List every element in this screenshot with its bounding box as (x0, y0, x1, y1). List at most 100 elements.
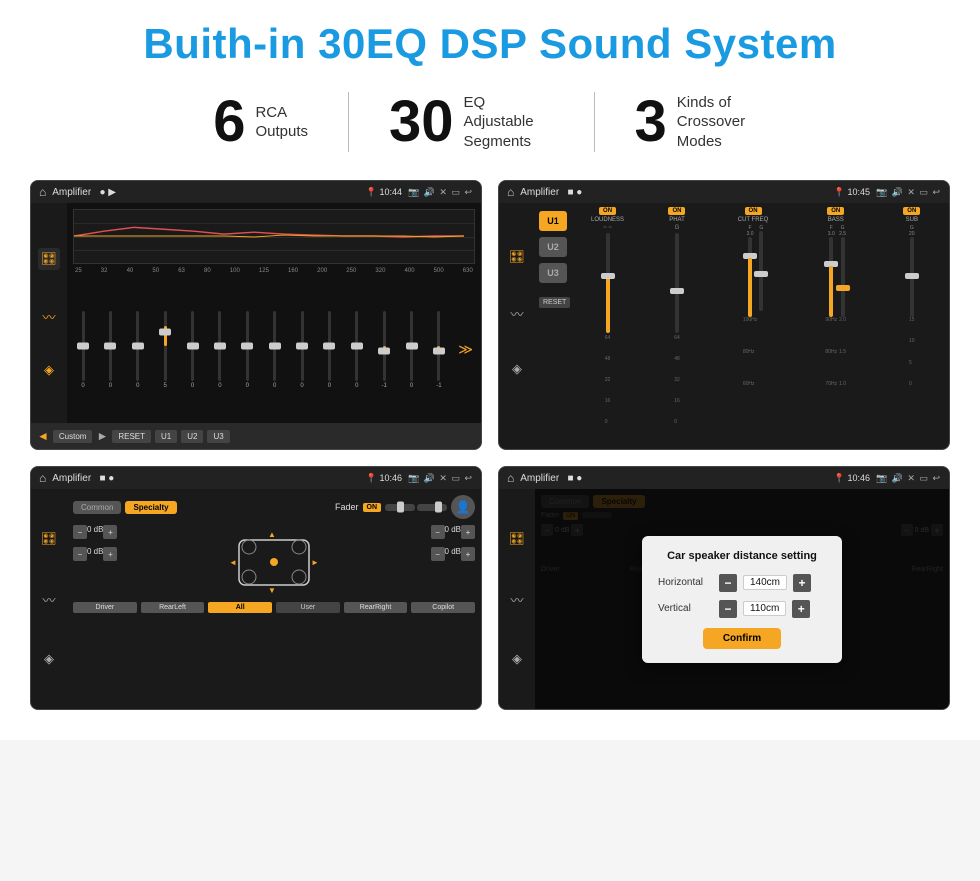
cutfreq-g-thumb[interactable] (754, 271, 768, 277)
dialog-sidebar-icon-2[interactable]: 〰 (510, 590, 523, 609)
eq-slider-thumb-0[interactable] (77, 342, 89, 349)
dialog-sidebar-icon-1[interactable]: 🎛 (509, 531, 526, 547)
fader-driver-btn[interactable]: Driver (73, 602, 137, 613)
fader-on-btn[interactable]: ON (363, 503, 382, 512)
fader-db-plus-2[interactable]: + (103, 547, 117, 561)
eq-slider-thumb-10[interactable] (351, 342, 363, 349)
eq-sidebar-icon-2[interactable]: 〰 (42, 307, 55, 326)
cross-u3-btn[interactable]: U3 (539, 263, 567, 283)
eq-slider-thumb-11[interactable] (378, 348, 390, 355)
eq-slider-track-2[interactable] (136, 311, 139, 381)
eq-slider-thumb-8[interactable] (296, 342, 308, 349)
fader-rearleft-btn[interactable]: RearLeft (141, 602, 205, 613)
cutfreq-f-track[interactable] (748, 237, 752, 317)
eq-slider-track-9[interactable] (328, 311, 331, 381)
eq-slider-thumb-5[interactable] (214, 342, 226, 349)
fader-specialty-tab[interactable]: Specialty (125, 501, 176, 514)
cross-reset-btn[interactable]: RESET (539, 297, 570, 308)
fader-db-minus-4[interactable]: − (431, 547, 445, 561)
dialog-sidebar-icon-3[interactable]: ◈ (512, 651, 522, 667)
eq-prev-btn[interactable]: ◄ (37, 429, 49, 443)
fader-sidebar-icon-1[interactable]: 🎛 (41, 531, 58, 547)
cross-u2-btn[interactable]: U2 (539, 237, 567, 257)
eq-custom-btn[interactable]: Custom (53, 430, 93, 443)
fader-db-row-2: − 0 dB + (73, 547, 117, 561)
eq-u3-btn[interactable]: U3 (207, 430, 229, 443)
loudness-slider-track[interactable] (606, 233, 610, 333)
sub-thumb[interactable] (905, 273, 919, 279)
eq-slider-track-7[interactable] (273, 311, 276, 381)
fader-all-btn[interactable]: All (208, 602, 272, 613)
eq-right-arrows[interactable]: ≫ (458, 341, 473, 358)
fader-h-thumb-1[interactable] (397, 502, 404, 513)
eq-slider-thumb-9[interactable] (323, 342, 335, 349)
fader-common-tab[interactable]: Common (73, 501, 121, 514)
dialog-vertical-minus[interactable]: − (719, 600, 737, 618)
eq-slider-thumb-6[interactable] (241, 342, 253, 349)
bass-g-track[interactable] (841, 237, 845, 317)
eq-slider-track-1[interactable] (109, 311, 112, 381)
fader-copilot-btn[interactable]: Copilot (411, 602, 475, 613)
dialog-home-icon: ⌂ (507, 471, 514, 485)
dialog-horizontal-minus[interactable]: − (719, 574, 737, 592)
eq-slider-track-4[interactable] (191, 311, 194, 381)
eq-reset-btn[interactable]: RESET (112, 430, 151, 443)
eq-u2-btn[interactable]: U2 (181, 430, 203, 443)
cross-sidebar-icon-2[interactable]: 〰 (510, 304, 523, 323)
eq-slider-val-6: 0 (246, 383, 249, 389)
eq-slider-thumb-1[interactable] (104, 342, 116, 349)
eq-sidebar-icon-3[interactable]: ◈ (44, 362, 54, 378)
bass-on-btn[interactable]: ON (827, 207, 844, 215)
fader-db-minus-3[interactable]: − (431, 525, 445, 539)
eq-slider-thumb-2[interactable] (132, 342, 144, 349)
fader-rearright-btn[interactable]: RearRight (344, 602, 408, 613)
eq-slider-thumb-7[interactable] (269, 342, 281, 349)
bass-f-track[interactable] (829, 237, 833, 317)
fader-db-plus-3[interactable]: + (461, 525, 475, 539)
fader-db-minus-1[interactable]: − (73, 525, 87, 539)
fader-h-slider-1[interactable] (385, 504, 415, 511)
fader-sidebar-icon-3[interactable]: ◈ (44, 651, 54, 667)
bass-g-thumb[interactable] (836, 285, 850, 291)
fader-h-thumb-2[interactable] (435, 502, 442, 513)
cutfreq-on-btn[interactable]: ON (745, 207, 762, 215)
fader-db-minus-2[interactable]: − (73, 547, 87, 561)
cross-u1-btn[interactable]: U1 (539, 211, 567, 231)
dialog-vertical-plus[interactable]: + (792, 600, 810, 618)
cross-sidebar-icon-1[interactable]: 🎛 (509, 249, 526, 265)
fader-user-btn[interactable]: User (276, 602, 340, 613)
phat-slider-thumb[interactable] (670, 288, 684, 294)
eq-slider-track-13[interactable] (437, 311, 440, 381)
eq-slider-track-11[interactable] (383, 311, 386, 381)
eq-slider-thumb-3[interactable] (159, 328, 171, 335)
eq-slider-thumb-13[interactable] (433, 348, 445, 355)
dialog-sidebar: 🎛 〰 ◈ (499, 489, 535, 709)
fader-time: 📍 10:46 (366, 473, 402, 484)
phat-on-btn[interactable]: ON (668, 207, 685, 215)
eq-slider-track-6[interactable] (246, 311, 249, 381)
phat-slider-track[interactable] (675, 233, 679, 333)
eq-slider-track-0[interactable] (82, 311, 85, 381)
eq-slider-thumb-12[interactable] (406, 342, 418, 349)
loudness-on-btn[interactable]: ON (599, 207, 616, 215)
eq-sidebar-icon-1[interactable]: 🎛 (38, 248, 61, 270)
fader-sidebar-icon-2[interactable]: 〰 (42, 590, 55, 609)
dialog-confirm-button[interactable]: Confirm (703, 628, 781, 649)
fader-h-slider-2[interactable] (417, 504, 447, 511)
cutfreq-g-track[interactable] (759, 231, 763, 311)
cross-sidebar-icon-3[interactable]: ◈ (512, 361, 522, 377)
eq-slider-track-12[interactable] (410, 311, 413, 381)
eq-play-btn[interactable]: ► (96, 429, 108, 443)
sub-on-btn[interactable]: ON (903, 207, 920, 215)
sub-track[interactable] (910, 237, 914, 317)
eq-slider-thumb-4[interactable] (187, 342, 199, 349)
eq-slider-track-3[interactable] (164, 311, 167, 381)
eq-u1-btn[interactable]: U1 (155, 430, 177, 443)
stat-rca-text: RCAOutputs (255, 103, 308, 142)
eq-slider-track-10[interactable] (355, 311, 358, 381)
eq-slider-track-5[interactable] (218, 311, 221, 381)
eq-slider-track-8[interactable] (301, 311, 304, 381)
fader-db-plus-1[interactable]: + (103, 525, 117, 539)
fader-db-plus-4[interactable]: + (461, 547, 475, 561)
dialog-horizontal-plus[interactable]: + (793, 574, 811, 592)
